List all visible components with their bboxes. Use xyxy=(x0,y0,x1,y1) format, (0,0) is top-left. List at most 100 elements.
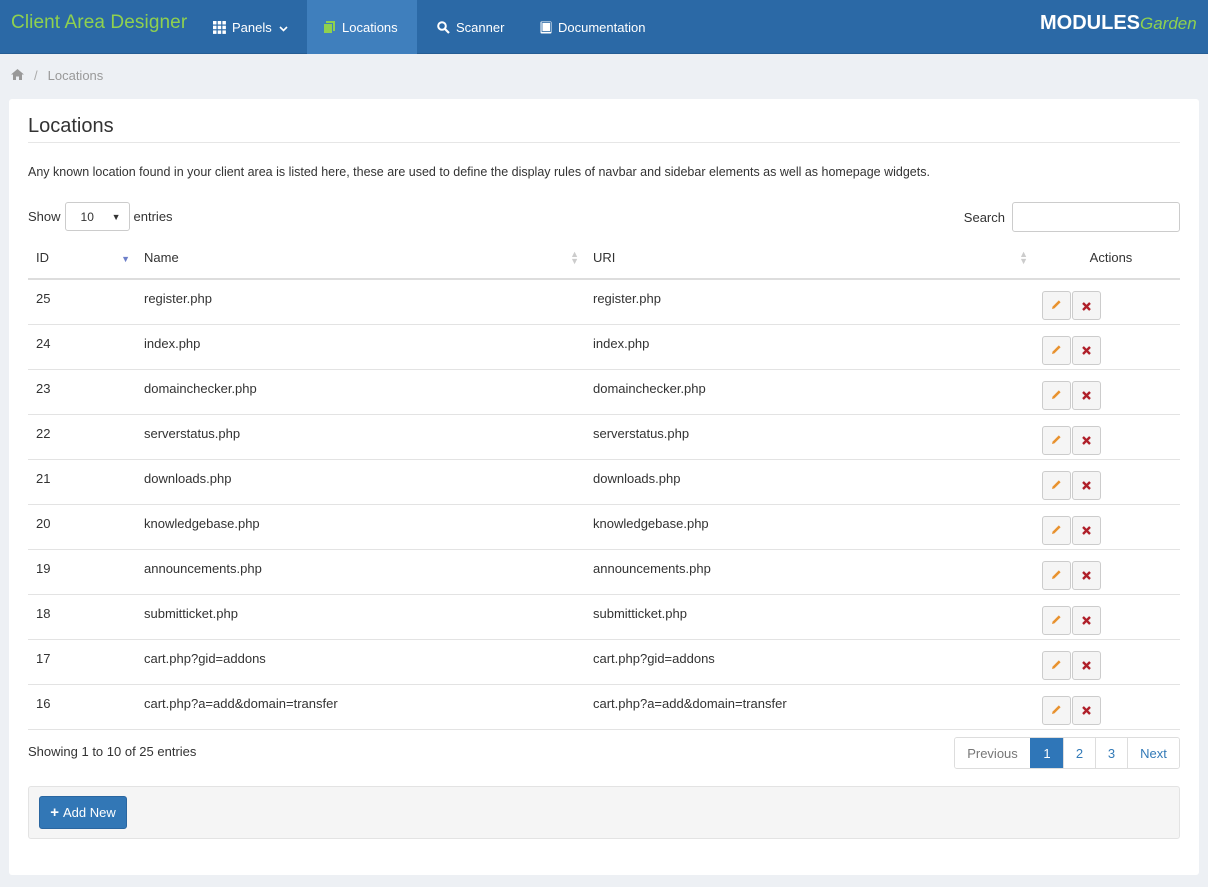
pencil-icon xyxy=(1051,343,1062,358)
table-header-row: ID ▼ Name ▲ ▼ URI ▲ ▼ Actions xyxy=(28,237,1180,280)
plus-icon: + xyxy=(50,804,59,821)
cell-id: 18 xyxy=(28,594,136,640)
column-header-uri[interactable]: URI ▲ ▼ xyxy=(585,237,1034,280)
cell-actions xyxy=(1034,549,1180,595)
nav-scanner-label: Scanner xyxy=(456,19,505,35)
edit-button[interactable] xyxy=(1042,650,1071,680)
cell-actions xyxy=(1034,594,1180,640)
table-row: 21 downloads.php downloads.php xyxy=(28,459,1180,505)
cell-name: submitticket.php xyxy=(136,594,585,640)
cell-id: 17 xyxy=(28,639,136,685)
cell-id: 16 xyxy=(28,684,136,730)
logo-text: MODULES xyxy=(1040,12,1140,34)
pagination-page-2[interactable]: 2 xyxy=(1063,738,1095,768)
delete-button[interactable] xyxy=(1072,695,1101,725)
cell-actions xyxy=(1034,414,1180,460)
cell-uri: cart.php?gid=addons xyxy=(585,639,1034,685)
edit-button[interactable] xyxy=(1042,470,1071,500)
close-icon xyxy=(1082,657,1091,673)
pagination-previous[interactable]: Previous xyxy=(955,738,1030,768)
delete-button[interactable] xyxy=(1072,380,1101,410)
search-icon xyxy=(437,20,450,34)
cell-name: downloads.php xyxy=(136,459,585,505)
home-icon[interactable] xyxy=(11,68,24,83)
nav-documentation-label: Documentation xyxy=(558,19,646,35)
close-icon xyxy=(1082,342,1091,358)
pencil-icon xyxy=(1051,388,1062,403)
nav-locations[interactable]: Locations xyxy=(307,0,417,54)
cell-actions xyxy=(1034,684,1180,730)
pagination: Previous 1 2 3 Next xyxy=(954,737,1180,769)
nav-scanner[interactable]: Scanner xyxy=(421,0,521,54)
caret-down-icon: ▼ xyxy=(111,211,121,222)
cell-uri: submitticket.php xyxy=(585,594,1034,640)
search-label: Search xyxy=(963,209,1005,225)
actions-well: + Add New xyxy=(28,786,1180,839)
search-input[interactable] xyxy=(1012,202,1180,232)
cell-uri: domainchecker.php xyxy=(585,369,1034,415)
edit-button[interactable] xyxy=(1042,515,1071,545)
cell-uri: index.php xyxy=(585,324,1034,370)
app-brand[interactable]: Client Area Designer xyxy=(11,12,187,34)
nav-documentation[interactable]: Documentation xyxy=(524,0,664,54)
delete-button[interactable] xyxy=(1072,335,1101,365)
pencil-icon xyxy=(1051,658,1062,673)
entries-label: entries xyxy=(133,209,173,224)
book-icon xyxy=(540,21,552,34)
delete-button[interactable] xyxy=(1072,425,1101,455)
cell-name: register.php xyxy=(136,279,585,325)
pencil-icon xyxy=(1051,523,1062,538)
edit-button[interactable] xyxy=(1042,380,1071,410)
breadcrumb-current: Locations xyxy=(47,68,104,83)
grid-icon xyxy=(213,20,226,34)
edit-button[interactable] xyxy=(1042,695,1071,725)
edit-button[interactable] xyxy=(1042,291,1071,320)
delete-button[interactable] xyxy=(1072,470,1101,500)
delete-button[interactable] xyxy=(1072,605,1101,635)
column-header-id-label: ID xyxy=(36,250,49,265)
column-header-name-label: Name xyxy=(144,250,179,265)
close-icon xyxy=(1082,387,1091,403)
cell-uri: knowledgebase.php xyxy=(585,504,1034,550)
modulesgarden-logo[interactable]: MODULESGarden xyxy=(1040,12,1197,35)
cell-id: 20 xyxy=(28,504,136,550)
cell-actions xyxy=(1034,279,1180,325)
page-title: Locations xyxy=(28,115,114,137)
pagination-next[interactable]: Next xyxy=(1127,738,1179,768)
cell-id: 19 xyxy=(28,549,136,595)
table-row: 25 register.php register.php xyxy=(28,279,1180,325)
cell-name: announcements.php xyxy=(136,549,585,595)
edit-button[interactable] xyxy=(1042,425,1071,455)
pagination-page-3[interactable]: 3 xyxy=(1095,738,1127,768)
sort-both-icon: ▲ ▼ xyxy=(1019,249,1028,266)
pagination-page-1[interactable]: 1 xyxy=(1030,738,1063,768)
table-row: 16 cart.php?a=add&domain=transfer cart.p… xyxy=(28,684,1180,730)
cell-id: 23 xyxy=(28,369,136,415)
column-header-id[interactable]: ID ▼ xyxy=(28,237,136,280)
page-description: Any known location found in your client … xyxy=(28,165,930,179)
edit-button[interactable] xyxy=(1042,605,1071,635)
add-new-button[interactable]: + Add New xyxy=(39,796,127,829)
pencil-icon xyxy=(1051,613,1062,628)
table-row: 19 announcements.php announcements.php xyxy=(28,549,1180,595)
cell-uri: cart.php?a=add&domain=transfer xyxy=(585,684,1034,730)
cell-name: cart.php?gid=addons xyxy=(136,639,585,685)
edit-button[interactable] xyxy=(1042,335,1071,365)
column-header-actions: Actions xyxy=(1034,237,1180,280)
pencil-icon xyxy=(1051,478,1062,493)
entries-select[interactable]: 10 ▼ xyxy=(64,202,130,231)
edit-button[interactable] xyxy=(1042,560,1071,590)
table-row: 22 serverstatus.php serverstatus.php xyxy=(28,414,1180,460)
close-icon xyxy=(1082,477,1091,493)
delete-button[interactable] xyxy=(1072,291,1101,320)
delete-button[interactable] xyxy=(1072,560,1101,590)
close-icon xyxy=(1082,702,1091,718)
nav-panels-label: Panels xyxy=(232,19,272,35)
delete-button[interactable] xyxy=(1072,515,1101,545)
column-header-name[interactable]: Name ▲ ▼ xyxy=(136,237,585,280)
table-row: 24 index.php index.php xyxy=(28,324,1180,370)
table-info: Showing 1 to 10 of 25 entries xyxy=(28,744,197,759)
cell-actions xyxy=(1034,459,1180,505)
delete-button[interactable] xyxy=(1072,650,1101,680)
nav-panels[interactable]: Panels xyxy=(197,0,301,54)
